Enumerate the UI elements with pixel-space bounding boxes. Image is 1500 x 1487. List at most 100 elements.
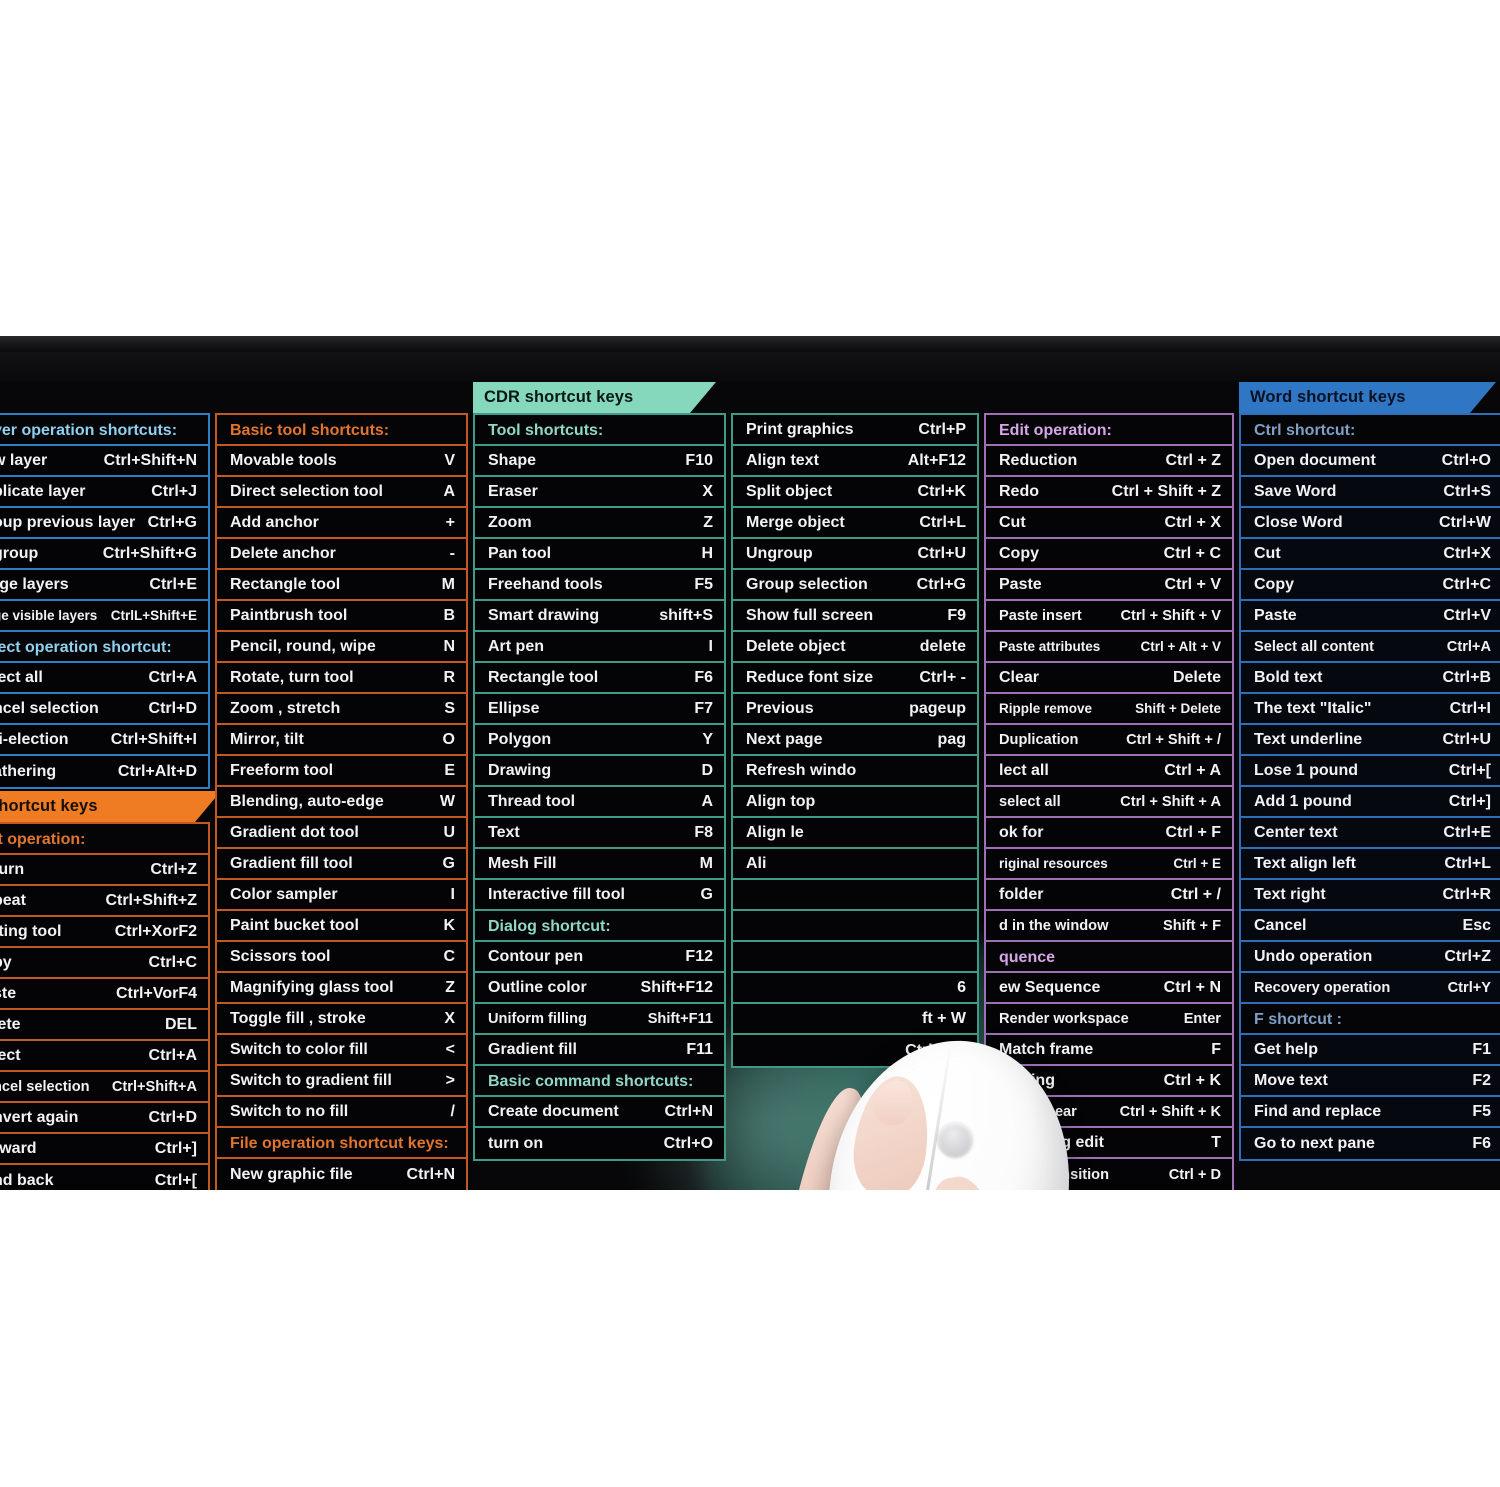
shortcut-label: Reduction <box>999 451 1078 469</box>
shortcut-row: Toggle fill , stroke X <box>217 1004 466 1035</box>
shortcut-label: d in the window <box>999 917 1109 934</box>
shortcut-label: Scissors tool <box>230 947 331 965</box>
shortcut-label: Rotate, turn tool <box>230 668 354 686</box>
shortcut-key: Ctrl+W <box>1439 513 1491 531</box>
shortcut-key: Ctrl + X <box>1164 513 1221 531</box>
shortcut-row: nvert again Ctrl+D <box>0 1103 208 1134</box>
shortcut-row: ncel selection Ctrl+Shift+A <box>0 1072 208 1103</box>
shortcut-label: Bold text <box>1254 668 1323 686</box>
shortcut-key: X <box>702 482 713 500</box>
shortcut-label: Split object <box>746 482 833 500</box>
shortcut-key: M <box>441 575 455 593</box>
shortcut-key: G <box>442 854 455 872</box>
shortcut-row: Outline color Shift+F12 <box>475 973 724 1004</box>
shortcut-row: ew Sequence Ctrl + N <box>986 973 1232 1004</box>
shortcut-row: Switch to gradient fill > <box>217 1066 466 1097</box>
shortcut-key: > <box>445 1071 455 1089</box>
shortcut-label: Cut <box>999 513 1026 531</box>
shortcut-key: Enter <box>1183 1010 1221 1027</box>
shortcut-key: Ctrl+L <box>919 513 966 531</box>
shortcut-key: Ctrl+Shift+Z <box>105 891 197 909</box>
shortcut-row: Switch to no fill / <box>217 1097 466 1128</box>
shortcut-row: Add anchor + <box>217 508 466 539</box>
shortcut-row: Copy Ctrl+C <box>1241 570 1500 601</box>
shortcut-key: Ctrl+Shift+N <box>103 451 197 469</box>
shortcut-label: Open document <box>1254 451 1376 469</box>
shortcut-label: Gradient fill tool <box>230 854 353 872</box>
shortcut-key: F1 <box>1472 1040 1491 1058</box>
shortcut-label: Trimming edit <box>999 1133 1104 1151</box>
shortcut-key: Ctrl + A <box>1164 761 1221 779</box>
shortcut-key: F8 <box>694 823 713 841</box>
shortcut-key: Esc <box>1462 916 1491 934</box>
shortcut-key: Ctrl+S <box>1443 482 1491 500</box>
shortcut-label: ew Sequence <box>999 978 1101 996</box>
shortcut-key: Ctrl+[ <box>1448 761 1491 779</box>
shortcut-label: Mirror, tilt <box>230 730 304 748</box>
shortcut-key: Ctrl+C <box>148 953 197 971</box>
shortcut-label: Cancel <box>1254 916 1307 934</box>
shortcut-key: E <box>444 761 455 779</box>
shortcut-label: Magnifying glass tool <box>230 978 394 996</box>
shortcut-row: Align text Alt+F12 <box>733 446 977 477</box>
shortcut-row: rward Ctrl+] <box>0 1134 208 1165</box>
shortcut-row: Smart drawing shift+S <box>475 601 724 632</box>
shortcut-label: ncel selection <box>0 699 99 717</box>
shortcut-label: Contour pen <box>488 947 584 965</box>
shortcut-label: ge visible layers <box>0 608 98 623</box>
shortcut-row: Gradient fill tool G <box>217 849 466 880</box>
shortcut-row: Contour pen F12 <box>475 942 724 973</box>
shortcut-key: Ctrl + Shift + A <box>1120 793 1221 810</box>
shortcut-row: ste Ctrl+VorF4 <box>0 979 208 1010</box>
shortcut-label: Previous <box>746 699 814 717</box>
shortcut-key: W <box>439 792 455 810</box>
shortcut-key: F6 <box>1472 1134 1491 1152</box>
shortcut-label: Copy <box>999 544 1039 562</box>
shortcut-row: Pan tool H <box>475 539 724 570</box>
shortcut-key: I <box>450 885 455 903</box>
screenshot-canvas: yer operation shortcuts: w layer Ctrl+Shif… <box>0 0 1500 1487</box>
shortcut-label: Art pen <box>488 637 544 655</box>
shortcut-key: Ctrl+U <box>1442 730 1491 748</box>
shortcut-key: / <box>450 1102 455 1120</box>
shortcut-row: oup previous layer Ctrl+G <box>0 508 208 539</box>
shortcut-label: Recovery operation <box>1254 979 1391 996</box>
shortcut-label: Text right <box>1254 885 1326 903</box>
shortcut-row: Paste attributes Ctrl + Alt + V <box>986 632 1232 663</box>
section-heading: lect operation shortcut: <box>0 632 208 663</box>
shortcut-label: Polygon <box>488 730 552 748</box>
shortcut-key: Ctrl + Shift + Z <box>1111 482 1221 500</box>
shortcut-row: Align top <box>733 787 977 818</box>
shortcut-row: Clear Delete <box>986 663 1232 694</box>
shortcut-row: Select all content Ctrl+A <box>1241 632 1500 663</box>
shortcut-key: Ctrl+[ <box>154 1171 197 1189</box>
shortcut-label: select all <box>999 793 1061 810</box>
shortcut-row: Get help F1 <box>1241 1035 1500 1066</box>
column-col-basic-tool: Basic tool shortcuts: Movable tools V Direc… <box>215 382 468 1190</box>
shortcut-row: Text underline Ctrl+U <box>1241 725 1500 756</box>
shortcut-key: F6 <box>694 668 713 686</box>
shortcut-key: Ctrl+I <box>1449 699 1491 717</box>
shortcut-row: Gradient dot tool U <box>217 818 466 849</box>
shortcut-row: Ellipse F7 <box>475 694 724 725</box>
shortcut-label: plicate layer <box>0 482 86 500</box>
shortcut-label: ncel selection <box>0 1078 90 1095</box>
shortcut-row: Reduce font size Ctrl+ - <box>733 663 977 694</box>
shortcut-label: rge layers <box>0 575 69 593</box>
shortcut-key: B <box>443 606 455 624</box>
shortcut-label: Next page <box>746 730 823 748</box>
shortcut-label: Add anchor <box>230 513 319 531</box>
shortcut-label: tting tool <box>0 922 62 940</box>
shortcut-row: Freeform tool E <box>217 756 466 787</box>
shortcut-label: Pencil, round, wipe <box>230 637 376 655</box>
shortcut-label: Paint bucket tool <box>230 916 359 934</box>
shortcut-label: lect all <box>0 668 43 686</box>
shortcut-label: Freehand tools <box>488 575 603 593</box>
shortcut-key: Ctrl+K <box>917 482 966 500</box>
shortcut-label: Close Word <box>1254 513 1343 531</box>
shortcut-key: O <box>442 730 455 748</box>
shortcut-row: Text align left Ctrl+L <box>1241 849 1500 880</box>
shortcut-key: Ctrl+] <box>154 1139 197 1157</box>
shortcut-label: Group selection <box>746 575 868 593</box>
shortcut-row: Print graphics Ctrl+P <box>733 415 977 446</box>
